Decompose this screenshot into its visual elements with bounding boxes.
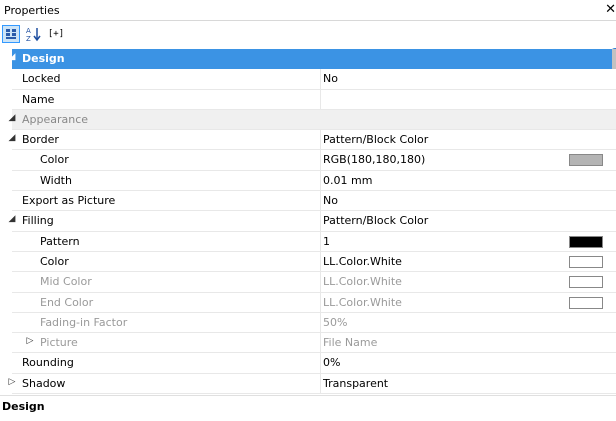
svg-text:Z: Z	[26, 35, 31, 42]
property-value: File Name	[323, 336, 378, 350]
property-name: Fading-in Factor	[40, 315, 128, 329]
category-design[interactable]: ◢ Design	[9, 49, 616, 70]
property-value[interactable]: LL.Color.White	[323, 255, 402, 268]
property-name: Rounding	[22, 356, 74, 370]
collapse-border-icon[interactable]: ◢	[6, 133, 18, 143]
property-row-mid-color: Mid Color LL.Color.White	[12, 272, 616, 293]
property-name: Color	[40, 153, 69, 167]
categorized-view-button[interactable]	[2, 25, 20, 43]
collapse-filling-icon[interactable]: ◢	[6, 214, 18, 224]
property-name: Border	[22, 133, 59, 147]
property-value[interactable]: 0.01 mm	[323, 174, 372, 187]
property-row-end-color: End Color LL.Color.White	[12, 292, 616, 313]
property-value[interactable]: No	[323, 72, 338, 85]
property-row-fading-in-factor: Fading-in Factor 50%	[12, 312, 616, 334]
property-name: Picture	[40, 336, 78, 350]
property-name: Pattern	[40, 234, 80, 248]
property-name: Name	[22, 92, 55, 106]
vertical-scrollbar[interactable]	[612, 49, 616, 69]
property-row-shadow[interactable]: ▷ Shadow Transparent	[9, 373, 616, 395]
property-name: Filling	[22, 214, 54, 228]
property-name: Design	[22, 52, 65, 65]
properties-toolbar: A Z [+]	[0, 21, 616, 58]
property-row-border-width[interactable]: Width 0.01 mm	[12, 170, 616, 192]
property-row-border-color[interactable]: Color RGB(180,180,180)	[12, 150, 616, 171]
color-swatch	[569, 276, 603, 289]
svg-text:A: A	[26, 27, 31, 35]
property-name: Shadow	[22, 376, 66, 390]
property-name: Appearance	[22, 112, 89, 126]
property-value: LL.Color.White	[323, 275, 402, 289]
color-swatch[interactable]	[569, 255, 603, 268]
property-value[interactable]: 1	[323, 235, 330, 248]
property-name: Locked	[22, 72, 61, 86]
categorized-view-icon	[6, 29, 16, 39]
panel-titlebar: Properties ✕	[0, 0, 616, 21]
property-row-filling[interactable]: ◢ Filling Pattern/Block Color	[9, 211, 616, 232]
description-title: Design	[2, 400, 45, 413]
panel-title: Properties	[4, 4, 60, 17]
expand-all-button[interactable]: [+]	[45, 25, 67, 43]
property-name: Export as Picture	[22, 194, 116, 208]
property-row-picture: ▷ Picture File Name	[12, 333, 616, 354]
property-value[interactable]: Transparent	[323, 377, 388, 390]
pattern-swatch[interactable]	[569, 235, 603, 248]
property-value: LL.Color.White	[323, 295, 402, 309]
color-swatch	[569, 296, 603, 309]
property-row-name[interactable]: Name	[12, 89, 616, 110]
property-row-rounding[interactable]: Rounding 0%	[12, 353, 616, 374]
description-panel: Design	[0, 395, 616, 421]
alphabetical-sort-icon: A Z	[26, 27, 41, 42]
property-name: End Color	[40, 295, 94, 309]
property-grid: ◢ Design Locked No Name ◢ Appearance ◢ B…	[9, 49, 616, 395]
color-swatch[interactable]	[569, 154, 603, 167]
expand-picture-icon: ▷	[26, 336, 34, 347]
property-value[interactable]: Pattern/Block Color	[323, 133, 428, 146]
property-name: Mid Color	[40, 275, 92, 289]
close-icon[interactable]: ✕	[605, 2, 616, 17]
property-value[interactable]: 0%	[323, 356, 340, 369]
collapse-design-icon[interactable]: ◢	[6, 52, 18, 62]
property-name: Width	[40, 173, 72, 187]
property-row-export-as-picture[interactable]: Export as Picture No	[12, 191, 616, 212]
expand-shadow-icon[interactable]: ▷	[6, 377, 18, 387]
property-row-filling-color[interactable]: Color LL.Color.White	[12, 251, 616, 273]
category-appearance[interactable]: ◢ Appearance	[9, 109, 616, 131]
property-row-border[interactable]: ◢ Border Pattern/Block Color	[9, 130, 616, 151]
collapse-appearance-icon[interactable]: ◢	[6, 113, 18, 123]
property-value: 50%	[323, 315, 348, 329]
property-value[interactable]: No	[323, 194, 338, 207]
property-row-locked[interactable]: Locked No	[12, 69, 616, 90]
property-name: Color	[40, 254, 69, 268]
alphabetical-sort-button[interactable]: A Z	[24, 25, 42, 43]
property-row-pattern[interactable]: Pattern 1	[12, 231, 616, 252]
property-value[interactable]: Pattern/Block Color	[323, 214, 428, 227]
property-value[interactable]: RGB(180,180,180)	[323, 153, 425, 166]
